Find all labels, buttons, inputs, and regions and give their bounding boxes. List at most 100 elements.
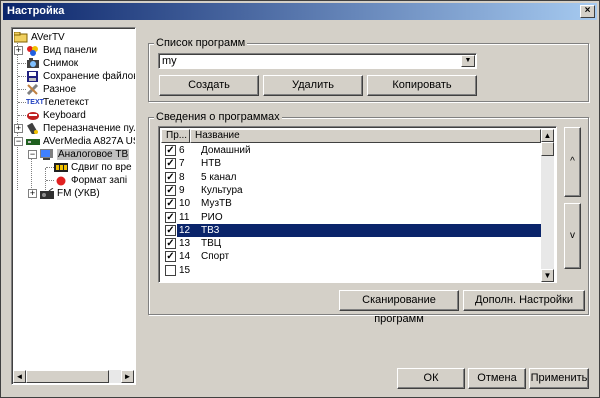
program-enabled-checkbox[interactable]: ✓ — [165, 171, 176, 183]
floppy-icon — [27, 71, 38, 82]
tree-item-view[interactable]: Вид панели — [26, 44, 97, 57]
expand-toggle[interactable]: + — [28, 189, 37, 198]
program-enabled-checkbox[interactable] — [165, 264, 176, 276]
tree-item-remap[interactable]: Переназначение пул — [26, 122, 135, 135]
program-row[interactable]: ✓ 13 ТВЦ — [161, 237, 541, 250]
tree-item-teletext[interactable]: TEXTТелетекст — [26, 96, 89, 109]
program-name: 5 канал — [201, 171, 237, 183]
camera-icon — [27, 58, 39, 68]
settings-window: Настройка × AVerTV + Вид панели Снимок С… — [0, 0, 600, 398]
scroll-thumb[interactable] — [26, 370, 109, 383]
program-name: НТВ — [201, 158, 221, 170]
settings-tree[interactable]: AVerTV + Вид панели Снимок Сохранение фа… — [11, 27, 136, 385]
collapse-toggle[interactable]: − — [14, 137, 23, 146]
program-row[interactable]: 15 — [161, 264, 541, 277]
tree-item-save[interactable]: Сохранение файлов — [26, 70, 135, 83]
tools-icon — [26, 84, 39, 95]
tree-horizontal-scrollbar[interactable]: ◄ ► — [13, 370, 134, 383]
program-name: ТВЦ — [201, 238, 222, 250]
program-name: ТВ3 — [201, 224, 220, 236]
program-list-title: Список программ — [154, 37, 248, 49]
program-enabled-checkbox[interactable]: ✓ — [165, 224, 176, 236]
program-row[interactable]: ✓ 6 Домашний — [161, 144, 541, 157]
program-listview[interactable]: Пр... Название ✓ 6 Домашний ✓ 7 НТВ ✓ 8 5 канал ✓… — [158, 126, 557, 283]
move-down-button[interactable]: v — [564, 203, 581, 269]
program-row[interactable]: ✓ 7 НТВ — [161, 157, 541, 170]
program-name: Спорт — [201, 251, 230, 263]
program-row[interactable]: ✓ 14 Спорт — [161, 250, 541, 263]
dropdown-arrow-icon[interactable]: ▼ — [461, 55, 475, 67]
tree-item-keyboard[interactable]: Keyboard — [26, 109, 86, 122]
scroll-right-button[interactable]: ► — [121, 370, 134, 383]
program-enabled-checkbox[interactable]: ✓ — [165, 145, 176, 156]
close-button[interactable]: × — [580, 5, 595, 18]
scroll-up-button[interactable]: ▲ — [541, 129, 554, 142]
advanced-settings-button[interactable]: Дополн. Настройки — [463, 290, 585, 311]
program-name: МузТВ — [201, 198, 232, 210]
folder-icon — [14, 32, 28, 43]
delete-button[interactable]: Удалить — [263, 75, 363, 96]
program-number: 14 — [179, 251, 191, 263]
program-list-value: my — [162, 55, 177, 67]
tree-item-fm[interactable]: FM (УКВ) — [40, 187, 100, 200]
device-icon — [26, 139, 40, 145]
window-title: Настройка — [7, 5, 65, 17]
apply-button[interactable]: Применить — [529, 368, 589, 389]
collapse-toggle[interactable]: − — [28, 150, 37, 159]
listview-vertical-scrollbar[interactable]: ▲ ▼ — [541, 129, 554, 282]
create-button[interactable]: Создать — [159, 75, 259, 96]
tree-item-avertv[interactable]: AVerTV — [14, 31, 65, 44]
text-icon: TEXT — [26, 99, 44, 106]
program-row[interactable]: ✓ 9 Культура — [161, 184, 541, 197]
program-enabled-checkbox[interactable]: ✓ — [165, 198, 176, 210]
program-number: 12 — [179, 224, 191, 236]
tv-icon — [40, 149, 53, 160]
program-row[interactable]: ✓ 10 МузТВ — [161, 197, 541, 210]
tree-item-analog-tv[interactable]: Аналоговое ТВ — [40, 148, 130, 161]
radio-icon — [40, 188, 54, 199]
program-row[interactable]: ✓ 12 ТВ3 — [161, 223, 541, 237]
cancel-button[interactable]: Отмена — [468, 368, 526, 389]
program-enabled-checkbox[interactable]: ✓ — [165, 251, 176, 263]
tree-item-misc[interactable]: Разное — [26, 83, 76, 96]
tree-item-format[interactable]: Формат запі — [54, 174, 127, 187]
program-info-title: Сведения о программах — [154, 111, 282, 123]
tree-item-snapshot[interactable]: Снимок — [26, 57, 78, 70]
program-number: 15 — [179, 264, 191, 276]
expand-toggle[interactable]: + — [14, 46, 23, 55]
program-enabled-checkbox[interactable]: ✓ — [165, 158, 176, 170]
program-enabled-checkbox[interactable]: ✓ — [165, 184, 176, 196]
column-header-num[interactable]: Пр... — [161, 129, 190, 143]
program-number: 9 — [179, 184, 185, 196]
program-enabled-checkbox[interactable]: ✓ — [165, 238, 176, 250]
program-number: 6 — [179, 145, 185, 156]
program-name: Культура — [201, 184, 243, 196]
program-number: 13 — [179, 238, 191, 250]
program-enabled-checkbox[interactable]: ✓ — [165, 211, 176, 223]
program-row[interactable]: ✓ 11 РИО — [161, 211, 541, 224]
palette-icon — [27, 46, 38, 56]
program-row[interactable]: ✓ 8 5 канал — [161, 171, 541, 184]
title-bar: Настройка × — [3, 3, 597, 20]
program-list-select[interactable]: my ▼ — [158, 53, 477, 69]
program-number: 8 — [179, 171, 185, 183]
scroll-thumb[interactable] — [541, 142, 554, 156]
expand-toggle[interactable]: + — [14, 124, 23, 133]
scroll-down-button[interactable]: ▼ — [541, 269, 554, 282]
program-number: 7 — [179, 158, 185, 170]
keyboard-icon — [27, 112, 39, 120]
program-number: 11 — [179, 211, 190, 223]
scroll-left-button[interactable]: ◄ — [13, 370, 26, 383]
scan-programs-button[interactable]: Сканирование программ — [339, 290, 459, 325]
tree-item-timeshift[interactable]: Сдвиг по вре — [54, 161, 132, 174]
program-name: РИО — [201, 211, 223, 223]
column-header-name[interactable]: Название — [190, 129, 541, 143]
selection-highlight — [177, 223, 541, 237]
listview-header: Пр... Название — [161, 129, 541, 143]
program-name: Домашний — [201, 145, 251, 156]
copy-button[interactable]: Копировать — [367, 75, 477, 96]
tree-item-device[interactable]: AVerMedia A827A US — [26, 135, 135, 148]
ok-button[interactable]: ОК — [397, 368, 465, 389]
move-up-button[interactable]: ^ — [564, 127, 581, 197]
film-icon — [54, 163, 68, 172]
